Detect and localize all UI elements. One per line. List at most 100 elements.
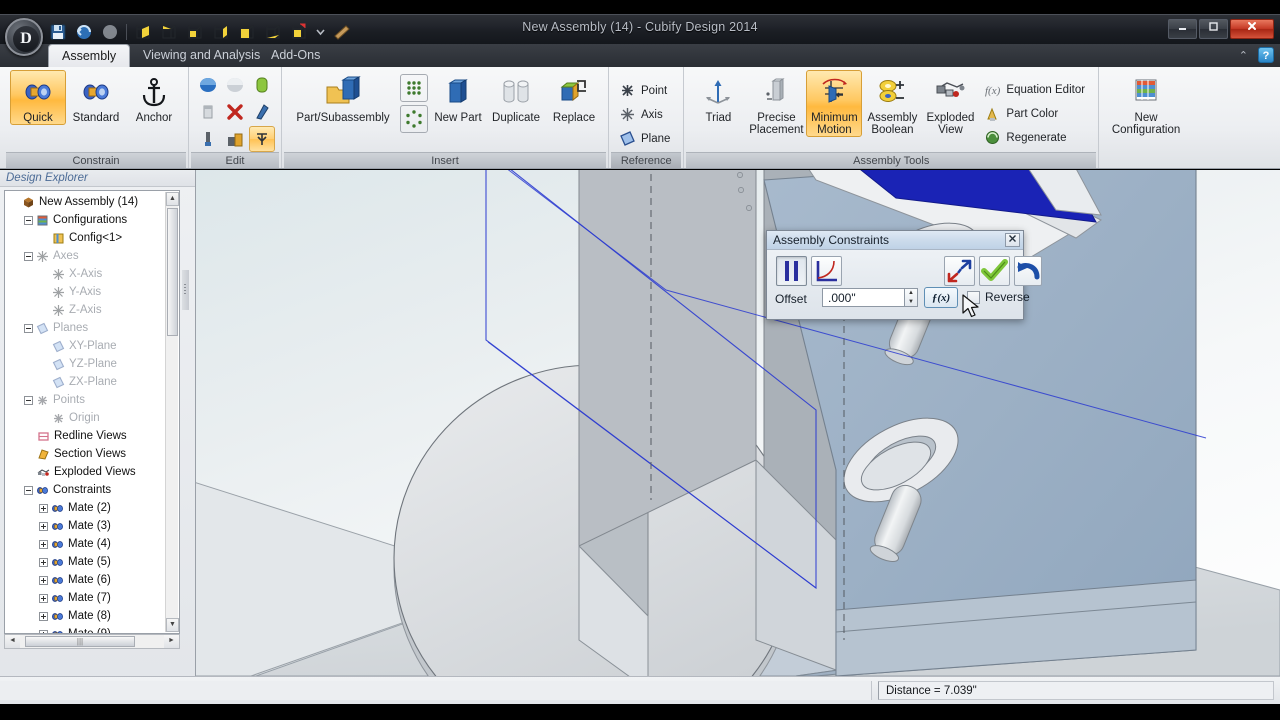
pattern-icon[interactable]	[400, 74, 428, 102]
move-part-icon[interactable]	[222, 126, 248, 152]
tree-item[interactable]: Mate (7)	[5, 589, 165, 607]
tab-add-ons[interactable]: Add-Ons	[258, 44, 333, 67]
tree-expand-button[interactable]	[39, 611, 48, 621]
parallel-constraint-button[interactable]	[776, 256, 807, 286]
replace-button[interactable]: Replace	[546, 70, 602, 125]
edit-part-icon[interactable]	[195, 72, 221, 98]
tree-expand-button[interactable]	[39, 575, 48, 585]
tree-item[interactable]: Y-Axis	[5, 283, 165, 301]
chevron-down-icon[interactable]	[315, 22, 326, 42]
application-menu-button[interactable]: D	[5, 18, 43, 56]
spinner-up-button[interactable]: ▲	[905, 289, 917, 298]
offset-spinner[interactable]: ▲ ▼	[905, 288, 918, 307]
view-iso-icon[interactable]	[133, 22, 153, 42]
view-front-icon[interactable]	[159, 22, 179, 42]
anchor-button[interactable]: Anchor	[126, 70, 182, 125]
triad-button[interactable]: Triad	[690, 70, 746, 125]
view-top-icon[interactable]	[185, 22, 205, 42]
edit-sphere-icon[interactable]	[222, 72, 248, 98]
dialog-close-button[interactable]	[1005, 233, 1020, 247]
panel-splitter[interactable]	[182, 270, 189, 310]
flip-direction-button[interactable]	[944, 256, 975, 286]
tree-hscroll-thumb[interactable]: |||	[25, 636, 135, 647]
duplicate-button[interactable]: Duplicate	[488, 70, 544, 125]
tree-collapse-button[interactable]	[24, 251, 33, 261]
tree-item[interactable]: Section Views	[5, 445, 165, 463]
close-button[interactable]	[1230, 19, 1274, 39]
anchor-part-icon[interactable]	[249, 126, 275, 152]
scroll-left-button[interactable]: ◄	[5, 635, 20, 648]
design-explorer-tree[interactable]: New Assembly (14) Configurations Config<1>…	[4, 190, 180, 634]
tree-item[interactable]: Configurations	[5, 211, 165, 229]
3d-viewport[interactable]	[196, 170, 1280, 676]
tree-collapse-button[interactable]	[24, 323, 33, 333]
tree-item[interactable]: Redline Views	[5, 427, 165, 445]
edit-green-part-icon[interactable]	[249, 72, 275, 98]
exploded-view-button[interactable]: Exploded View	[922, 70, 978, 137]
regenerate-button[interactable]: Regenerate	[980, 126, 1092, 149]
minimum-motion-button[interactable]: Minimum Motion	[806, 70, 863, 137]
tree-item[interactable]: Origin	[5, 409, 165, 427]
maximize-button[interactable]	[1199, 19, 1228, 39]
tree-collapse-button[interactable]	[24, 215, 33, 225]
apply-check-button[interactable]	[979, 256, 1010, 286]
scroll-right-button[interactable]: ►	[164, 635, 179, 648]
tab-assembly[interactable]: Assembly	[48, 44, 131, 67]
redo-icon[interactable]	[100, 22, 120, 42]
reference-point-button[interactable]: Point	[615, 79, 677, 102]
tree-expand-button[interactable]	[39, 503, 48, 513]
tree-collapse-button[interactable]	[24, 485, 33, 495]
tree-expand-button[interactable]	[39, 539, 48, 549]
part-color-button[interactable]: Part Color	[980, 102, 1092, 125]
measure-part-icon[interactable]	[249, 99, 275, 125]
quick-constraint-button[interactable]: Quick	[10, 70, 66, 125]
tree-expand-button[interactable]	[39, 593, 48, 603]
undo-constraint-button[interactable]	[1014, 256, 1042, 286]
tree-item[interactable]: Exploded Views	[5, 463, 165, 481]
help-icon[interactable]: ?	[1258, 47, 1274, 63]
tree-item[interactable]: Points	[5, 391, 165, 409]
new-configuration-button[interactable]: New Configuration	[1105, 70, 1187, 137]
tree-scroll-thumb[interactable]	[167, 208, 178, 336]
undo-icon[interactable]	[74, 22, 94, 42]
tree-item[interactable]: X-Axis	[5, 265, 165, 283]
measure-icon[interactable]	[332, 22, 352, 42]
view-named-icon[interactable]	[289, 22, 309, 42]
scroll-down-button[interactable]: ▼	[166, 618, 179, 632]
equation-editor-button[interactable]: f(x) Equation Editor	[980, 78, 1092, 101]
equation-fx-button[interactable]: ƒ(x)	[924, 287, 958, 308]
tree-item[interactable]: Mate (3)	[5, 517, 165, 535]
tree-item[interactable]: Mate (5)	[5, 553, 165, 571]
standard-constraint-button[interactable]: Standard	[68, 70, 124, 125]
tree-expand-button[interactable]	[39, 557, 48, 567]
reverse-checkbox[interactable]	[967, 291, 980, 304]
tree-item[interactable]: Axes	[5, 247, 165, 265]
new-part-button[interactable]: New Part	[430, 70, 486, 125]
tree-item[interactable]: Mate (6)	[5, 571, 165, 589]
view-bottom-icon[interactable]	[263, 22, 283, 42]
delete-icon[interactable]	[222, 99, 248, 125]
minimize-button[interactable]	[1168, 19, 1197, 39]
tree-item[interactable]: Mate (9)	[5, 625, 165, 633]
drag-part-icon[interactable]	[195, 126, 221, 152]
tab-viewing-and-analysis[interactable]: Viewing and Analysis	[130, 44, 273, 67]
tree-item[interactable]: Planes	[5, 319, 165, 337]
reference-plane-button[interactable]: Plane	[615, 127, 677, 150]
circular-pattern-icon[interactable]	[400, 105, 428, 133]
angle-constraint-button[interactable]	[811, 256, 842, 286]
tree-vertical-scrollbar[interactable]: ▲ ▼	[165, 192, 179, 632]
offset-input[interactable]: .000"	[822, 288, 905, 307]
tree-collapse-button[interactable]	[24, 395, 33, 405]
assembly-constraints-dialog[interactable]: Assembly Constraints Offset .000" ▲ ▼ ƒ(…	[766, 230, 1042, 320]
scroll-up-button[interactable]: ▲	[166, 192, 179, 206]
spinner-down-button[interactable]: ▼	[905, 298, 917, 307]
tree-item[interactable]: Mate (2)	[5, 499, 165, 517]
assembly-boolean-button[interactable]: Assembly Boolean	[864, 70, 920, 137]
tree-item[interactable]: XY-Plane	[5, 337, 165, 355]
tree-item[interactable]: Mate (4)	[5, 535, 165, 553]
reference-axis-button[interactable]: Axis	[615, 103, 677, 126]
save-icon[interactable]	[48, 22, 68, 42]
tree-item[interactable]: Mate (8)	[5, 607, 165, 625]
tree-horizontal-scrollbar[interactable]: ◄ ||| ►	[4, 634, 180, 649]
precise-placement-button[interactable]: Precise Placement	[748, 70, 804, 137]
